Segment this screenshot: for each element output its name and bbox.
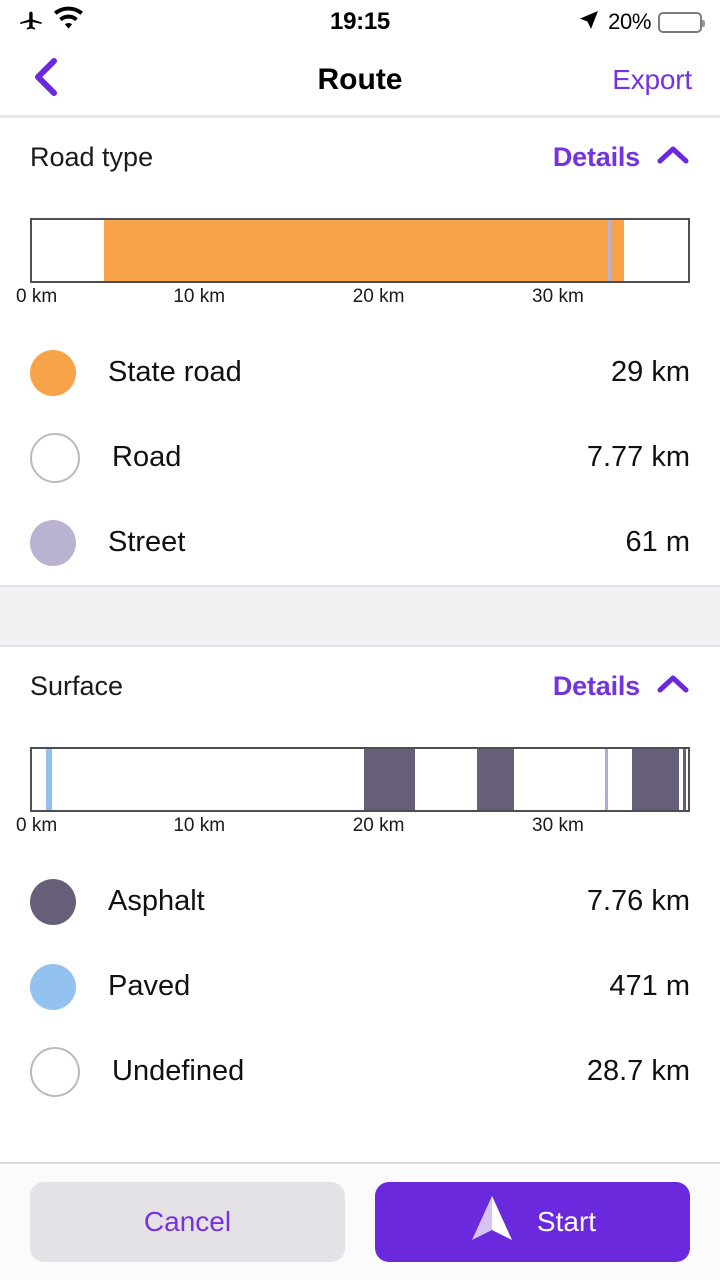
chevron-up-icon	[656, 144, 690, 171]
bar-segment	[682, 749, 687, 810]
navigation-arrow-icon	[469, 1193, 515, 1252]
legend-value: 7.77 km	[586, 441, 690, 473]
battery-icon	[658, 11, 705, 33]
status-bar: 19:15 20%	[0, 0, 720, 44]
legend-row: Asphalt 7.76 km	[30, 859, 690, 944]
cancel-button[interactable]: Cancel	[30, 1182, 345, 1262]
location-arrow-icon	[577, 8, 601, 37]
bar-segment	[477, 749, 515, 810]
cancel-button-label: Cancel	[143, 1206, 232, 1237]
legend-value: 61 m	[625, 526, 690, 558]
legend-value: 29 km	[611, 356, 690, 388]
legend-color-swatch	[30, 519, 76, 566]
legend-label: Undefined	[112, 1055, 245, 1087]
axis-tick-label: 20 km	[352, 815, 405, 836]
bar-segment	[415, 749, 478, 810]
bar-segment	[611, 220, 624, 281]
bar-segment	[32, 220, 105, 281]
bar-segment	[623, 220, 688, 281]
surface-distribution-bar	[30, 747, 690, 812]
legend-color-swatch	[30, 878, 76, 925]
legend-color-swatch	[30, 963, 76, 1010]
surface-axis: 0 km 10 km 20 km 30 km	[16, 815, 690, 845]
surface-section: Surface Details 0 km 10 km 20 km 30 km Asph…	[0, 647, 720, 1114]
bar-segment	[631, 749, 679, 810]
legend-value: 28.7 km	[586, 1055, 690, 1087]
road-type-section: Road type Details 0 km 10 km 20 km 30 km St…	[0, 118, 720, 585]
chevron-left-icon	[28, 55, 62, 104]
axis-tick-label: 30 km	[532, 815, 584, 836]
navigation-bar: Route Export	[0, 44, 720, 118]
section-divider	[0, 585, 720, 647]
start-button-label: Start	[536, 1206, 597, 1237]
surface-header: Surface Details	[30, 647, 690, 725]
surface-title: Surface	[30, 670, 124, 701]
axis-tick-label: 30 km	[532, 286, 584, 307]
legend-row: Undefined 28.7 km	[30, 1029, 690, 1114]
legend-label: Paved	[108, 970, 191, 1002]
legend-row: Street 61 m	[30, 500, 690, 585]
axis-tick-label: 10 km	[173, 815, 226, 836]
bar-segment	[363, 749, 416, 810]
legend-value: 7.76 km	[586, 885, 690, 917]
legend-color-swatch	[30, 349, 76, 396]
bar-segment	[104, 220, 608, 281]
road-type-axis: 0 km 10 km 20 km 30 km	[16, 286, 690, 316]
bar-segment	[51, 749, 364, 810]
status-bar-right: 20%	[577, 8, 705, 37]
legend-label: Asphalt	[108, 885, 205, 917]
road-type-chart: 0 km 10 km 20 km 30 km	[16, 218, 690, 316]
bar-segment	[607, 749, 632, 810]
battery-percent-label: 20%	[608, 9, 651, 34]
road-type-details-button[interactable]: Details	[553, 142, 690, 173]
surface-chart: 0 km 10 km 20 km 30 km	[16, 747, 690, 845]
legend-label: State road	[108, 356, 242, 388]
axis-tick-label: 10 km	[173, 286, 226, 307]
road-type-title: Road type	[30, 141, 154, 172]
legend-label: Road	[112, 441, 182, 473]
legend-value: 471 m	[609, 970, 690, 1002]
bar-segment	[514, 749, 605, 810]
bar-segment	[32, 749, 46, 810]
legend-label: Street	[108, 526, 186, 558]
export-button[interactable]: Export	[612, 64, 692, 96]
road-type-details-label: Details	[552, 141, 640, 172]
axis-tick-label: 0 km	[16, 286, 58, 307]
back-button[interactable]	[28, 58, 72, 102]
surface-details-button[interactable]: Details	[553, 671, 690, 702]
legend-color-swatch	[30, 432, 80, 483]
start-button[interactable]: Start	[375, 1182, 690, 1262]
axis-tick-label: 0 km	[16, 815, 58, 836]
surface-legend: Asphalt 7.76 km Paved 471 m Undefined 28.7 km	[30, 845, 690, 1114]
action-bar: Cancel Start	[0, 1162, 720, 1280]
legend-row: Paved 471 m	[30, 944, 690, 1029]
legend-color-swatch	[30, 1046, 80, 1097]
surface-details-label: Details	[552, 670, 640, 701]
legend-row: State road 29 km	[30, 330, 690, 415]
road-type-distribution-bar	[30, 218, 690, 283]
legend-row: Road 7.77 km	[30, 415, 690, 500]
axis-tick-label: 20 km	[352, 286, 405, 307]
road-type-legend: State road 29 km Road 7.77 km Street 61 m	[30, 316, 690, 585]
chevron-up-icon	[656, 673, 690, 700]
road-type-header: Road type Details	[30, 118, 690, 196]
